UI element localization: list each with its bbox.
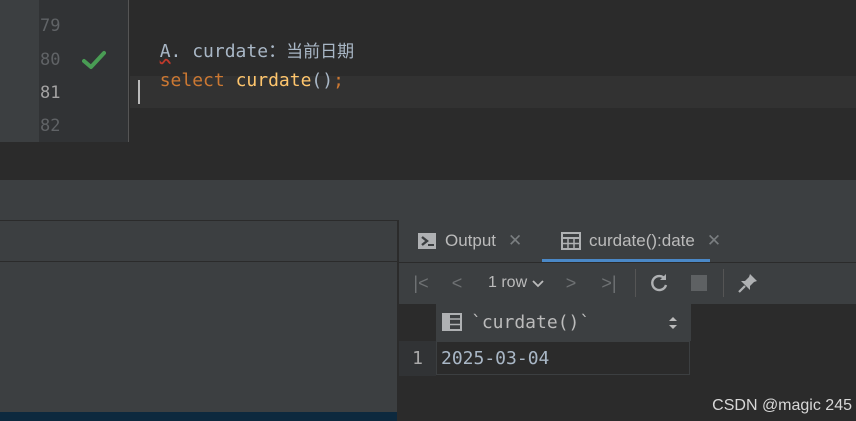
gutter-separator	[128, 0, 129, 142]
sort-icon[interactable]	[668, 315, 678, 331]
toolbar-separator	[723, 269, 724, 297]
sql-function: curdate	[235, 70, 312, 91]
line-number: 82	[40, 116, 61, 136]
divider	[0, 220, 397, 221]
row-count-label: 1 row	[488, 274, 528, 291]
tab-result[interactable]: curdate():date ✕	[549, 220, 731, 262]
toolbar-separator	[635, 269, 636, 297]
code-line-select[interactable]: select curdate();	[138, 49, 344, 91]
row-number: 1	[399, 341, 436, 376]
line-number: 79	[40, 16, 61, 36]
pin-icon[interactable]	[737, 272, 759, 294]
close-icon[interactable]: ✕	[508, 231, 522, 251]
services-tree-panel[interactable]	[0, 220, 397, 421]
first-page-icon[interactable]: |<	[407, 263, 435, 303]
refresh-icon[interactable]	[649, 273, 669, 293]
data-cell[interactable]: 2025-03-04	[436, 341, 690, 375]
text-caret	[138, 80, 140, 104]
results-toolbar: |< < 1 row > >|	[399, 263, 856, 303]
close-icon[interactable]: ✕	[707, 231, 721, 251]
chevron-down-icon	[532, 280, 544, 288]
tab-output-label: Output	[445, 231, 497, 250]
table-grid-icon	[561, 232, 581, 250]
editor-bottom-area	[0, 142, 856, 180]
selection-bar	[0, 412, 397, 421]
watermark: CSDN @magic 245	[712, 397, 852, 414]
results-panel: Output ✕ curdate():date ✕ |< < 1 row > >…	[399, 220, 856, 421]
execution-success-check-icon	[82, 51, 106, 69]
console-output-icon	[418, 233, 436, 249]
sql-parens: ()	[311, 70, 334, 91]
column-header-label: `curdate()`	[471, 312, 591, 333]
previous-page-icon[interactable]: <	[445, 263, 469, 303]
stop-icon[interactable]	[691, 275, 707, 291]
table-column-icon	[442, 313, 462, 331]
results-tabs: Output ✕ curdate():date ✕	[399, 220, 856, 262]
tab-result-label: curdate():date	[589, 231, 695, 250]
last-page-icon[interactable]: >|	[595, 263, 623, 303]
tab-output[interactable]: Output ✕	[417, 220, 522, 262]
line-number: 81	[40, 83, 61, 103]
divider	[0, 261, 397, 262]
sql-keyword: select	[159, 70, 225, 91]
next-page-icon[interactable]: >	[559, 263, 583, 303]
line-number: 80	[40, 50, 61, 70]
sql-semicolon: ;	[333, 70, 344, 91]
panel-divider-band	[0, 180, 856, 220]
row-count-selector[interactable]: 1 row	[488, 263, 545, 303]
column-header[interactable]: `curdate()`	[436, 304, 691, 341]
